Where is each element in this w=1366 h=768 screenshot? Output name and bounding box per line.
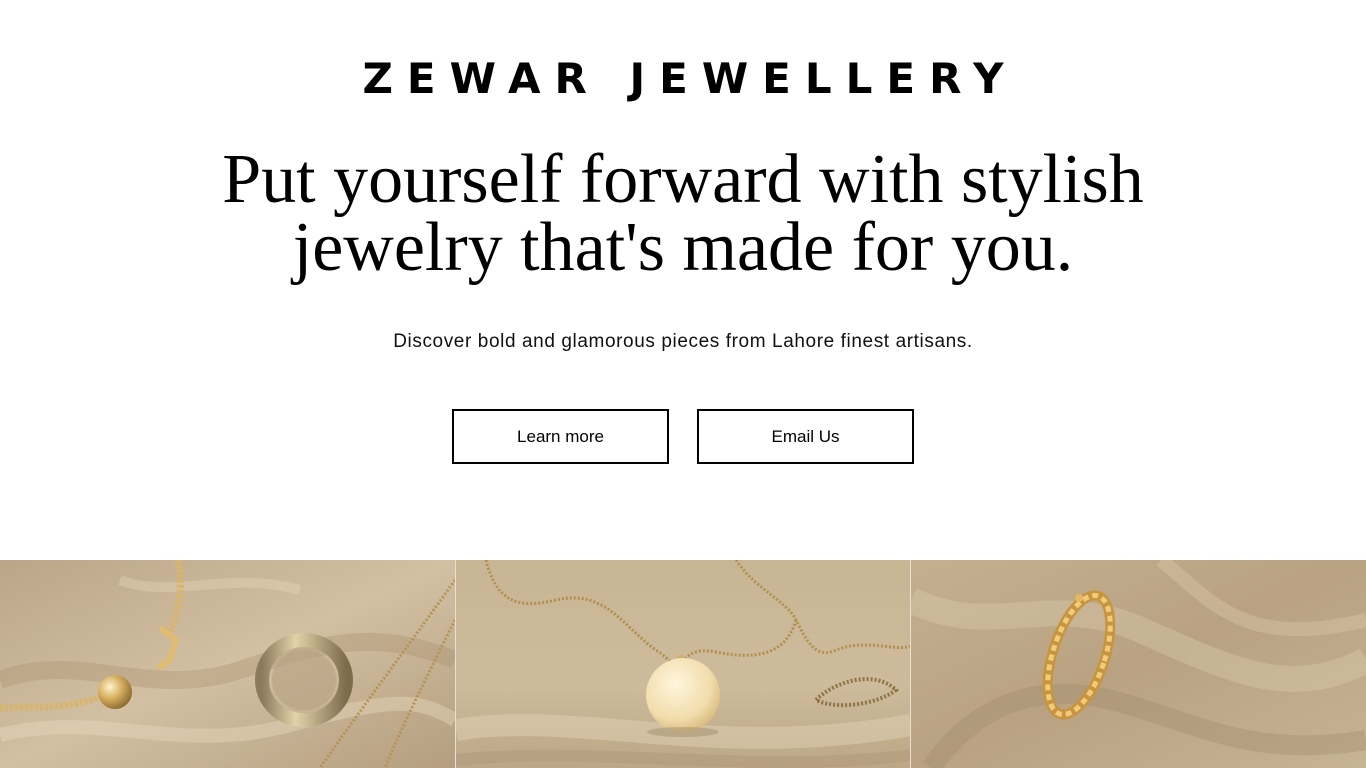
hero-headline-line-1: Put yourself forward with stylish bbox=[222, 141, 1144, 218]
hero-subtitle: Discover bold and glamorous pieces from … bbox=[393, 331, 973, 352]
chain-ring-illustration bbox=[911, 560, 1366, 768]
bracelet-and-ring-photo[interactable] bbox=[0, 560, 455, 768]
bracelet-and-ring-illustration bbox=[0, 560, 455, 768]
email-us-button[interactable]: Email Us bbox=[697, 409, 914, 464]
product-gallery bbox=[0, 560, 1366, 768]
chain-ring-photo[interactable] bbox=[910, 560, 1366, 768]
pendant-necklace-illustration bbox=[455, 560, 911, 768]
hero-headline: Put yourself forward with stylish jewelr… bbox=[0, 141, 1366, 286]
hero-headline-line-2: jewelry that's made for you. bbox=[292, 209, 1074, 286]
brand-logo[interactable]: ZEWAR JEWELLERY bbox=[0, 52, 1366, 106]
landing-page: ZEWAR JEWELLERY Put yourself forward wit… bbox=[0, 0, 1366, 768]
pendant-necklace-photo[interactable] bbox=[454, 560, 911, 768]
learn-more-button[interactable]: Learn more bbox=[452, 409, 669, 464]
